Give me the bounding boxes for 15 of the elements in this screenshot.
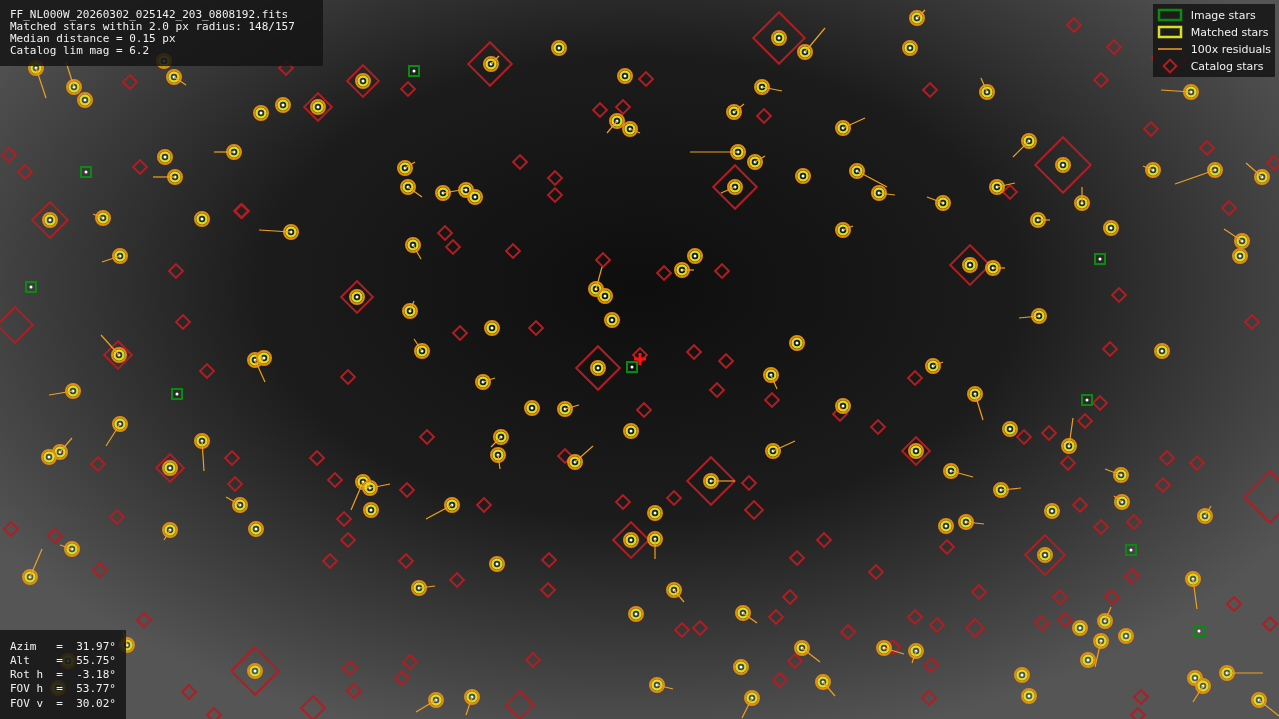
- legend-label: Matched stars: [1190, 25, 1269, 39]
- pointing-text: Azim = 31.97°: [10, 639, 117, 654]
- square-outline-icon: [1156, 8, 1183, 22]
- legend-label: Catalog stars: [1190, 59, 1264, 73]
- legend-label: 100x residuals: [1190, 42, 1271, 56]
- info-text: Matched stars within 2.0 px radius: 148/157: [10, 21, 296, 34]
- info-text: Median distance = 0.15 px: [10, 33, 177, 46]
- pointing-text: Alt = 55.75°: [10, 653, 117, 669]
- pointing-text: Rot h = -3.18°: [10, 668, 117, 683]
- info-text: Catalog lim mag = 6.2: [10, 45, 151, 58]
- pointing-text: FOV h = 53.77°: [10, 682, 117, 697]
- legend-label: Image stars: [1190, 8, 1256, 22]
- info-text: FF_NL000W_20260302_025142_203_0808192.fits: [10, 9, 290, 21]
- pointing-text: FOV v = 30.02°: [10, 696, 117, 711]
- rectangle-outline-icon: [1156, 25, 1183, 39]
